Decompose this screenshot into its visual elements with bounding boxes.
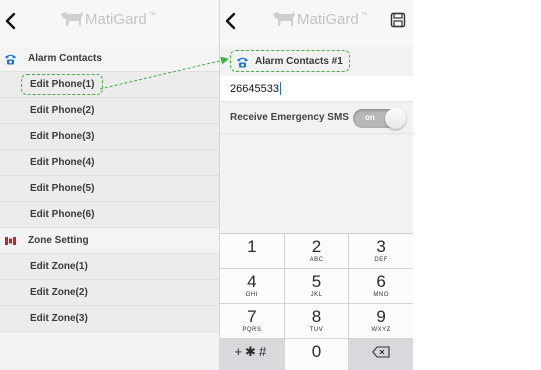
save-icon[interactable] — [390, 12, 406, 28]
list-item-label: Edit Phone(2) — [30, 105, 95, 116]
settings-list: Alarm Contacts Edit Phone(1) Edit Phone(2)… — [0, 46, 219, 332]
backspace-icon — [372, 346, 390, 358]
key-letters: MNO — [373, 292, 389, 298]
key-letters: PQRS — [242, 327, 262, 333]
digit-key[interactable]: 0 — [284, 339, 349, 370]
digit-key[interactable]: 7 PQRS — [220, 304, 284, 338]
list-item-label: Edit Phone(3) — [30, 131, 95, 142]
nav-bar: MatiGard ™ — [220, 0, 413, 46]
section-title: Zone Setting — [28, 235, 89, 246]
list-item[interactable]: Edit Zone(3) — [0, 306, 219, 332]
receive-sms-label: Receive Emergency SMS — [230, 112, 349, 123]
settings-list-screen: MatiGard ™ Alarm Contacts Edit Phone(1) Edi… — [0, 0, 219, 370]
section-header: Alarm Contacts — [0, 46, 219, 72]
key-letters: ABC — [309, 257, 324, 263]
key-letters: TUV — [309, 327, 324, 333]
list-item-label: Edit Phone(6) — [30, 209, 95, 220]
key-digit: +✱# — [234, 344, 270, 359]
brand-name: MatiGard — [85, 10, 147, 28]
digit-key[interactable]: 2 ABC — [284, 234, 349, 268]
brand-logo: MatiGard ™ — [272, 8, 368, 30]
list-item-label: Edit Phone(4) — [30, 157, 95, 168]
contact-section-label-box: Alarm Contacts #1 — [230, 50, 350, 72]
list-item[interactable]: Edit Phone(3) — [0, 124, 219, 150]
phone-number-input[interactable]: 26645533 — [220, 76, 413, 102]
key-letters: GHI — [245, 292, 258, 298]
zone-icon — [5, 237, 16, 245]
receive-sms-toggle[interactable]: on — [353, 108, 406, 129]
key-digit: 0 — [311, 342, 322, 361]
phone-number-value: 26645533 — [230, 82, 279, 95]
phone-icon — [5, 54, 16, 65]
list-item[interactable]: Edit Phone(4) — [0, 150, 219, 176]
list-item-label: Edit Phone(1) — [21, 74, 104, 95]
key-digit: 8 — [311, 307, 322, 326]
dog-logo-icon — [61, 12, 83, 26]
trademark: ™ — [360, 11, 368, 19]
receive-sms-row: Receive Emergency SMS on — [220, 102, 413, 134]
list-item[interactable]: Edit Phone(2) — [0, 98, 219, 124]
brand-name: MatiGard — [297, 10, 359, 28]
digit-key[interactable]: 9 WXYZ — [349, 304, 413, 338]
key-digit: 9 — [376, 307, 386, 326]
phone-icon — [237, 57, 248, 68]
key-digit: 6 — [376, 272, 386, 291]
list-item[interactable]: Edit Phone(1) — [0, 72, 219, 98]
key-digit: 2 — [311, 237, 322, 256]
contact-section-header: Alarm Contacts #1 — [220, 46, 413, 76]
contact-section-label: Alarm Contacts #1 — [255, 55, 343, 67]
list-item-label: Edit Phone(5) — [30, 183, 95, 194]
key-digit: 3 — [376, 237, 386, 256]
backspace-key[interactable] — [349, 339, 413, 370]
section-title: Alarm Contacts — [28, 53, 102, 64]
list-item[interactable]: Edit Zone(2) — [0, 280, 219, 306]
edit-contact-screen: MatiGard ™ Alarm Contacts #1 26645533 Rec… — [219, 0, 413, 370]
list-item[interactable]: Edit Phone(5) — [0, 176, 219, 202]
digit-key[interactable]: 5 JKL — [284, 269, 349, 303]
back-arrow-icon[interactable] — [222, 9, 244, 33]
list-item-label: Edit Zone(2) — [30, 287, 88, 298]
back-arrow-icon[interactable] — [2, 9, 24, 33]
key-digit: 4 — [247, 272, 257, 291]
digit-key[interactable]: 4 GHI — [220, 269, 284, 303]
text-caret — [279, 82, 281, 95]
key-digit: 1 — [247, 237, 257, 256]
key-letters: JKL — [310, 292, 323, 298]
key-digit: 5 — [311, 272, 322, 291]
list-item[interactable]: Edit Phone(6) — [0, 202, 219, 228]
brand-logo: MatiGard ™ — [60, 8, 156, 30]
list-item-label: Edit Zone(1) — [30, 261, 88, 272]
key-letters: WXYZ — [371, 327, 391, 333]
key-digit: 7 — [247, 307, 257, 326]
trademark: ™ — [148, 11, 156, 19]
list-item-label: Edit Zone(3) — [30, 313, 88, 324]
digit-key[interactable]: 1 — [220, 234, 284, 268]
digit-key[interactable]: 3 DEF — [349, 234, 413, 268]
dog-logo-icon — [273, 12, 295, 26]
toggle-state-label: on — [365, 113, 375, 122]
digit-key[interactable]: 8 TUV — [284, 304, 349, 338]
list-item[interactable]: Edit Zone(1) — [0, 254, 219, 280]
digit-key[interactable]: 6 MNO — [349, 269, 413, 303]
section-header: Zone Setting — [0, 228, 219, 254]
toggle-knob[interactable] — [385, 108, 406, 129]
numeric-keypad: 1 2 ABC 3 DEF 4 GHI 5 JKL 6 MNO 7 PQRS 8 TUV 9 WXYZ +✱# 0 — [220, 233, 413, 370]
symbols-key[interactable]: +✱# — [220, 339, 284, 370]
key-letters: DEF — [374, 257, 388, 263]
nav-bar: MatiGard ™ — [0, 0, 219, 46]
